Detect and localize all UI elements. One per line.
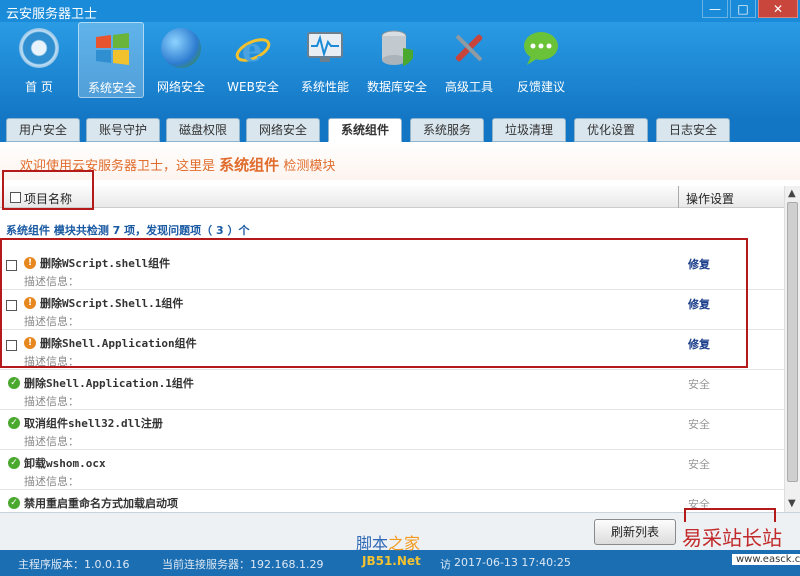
scrollbar-thumb[interactable] [787, 202, 798, 482]
svg-text:e: e [242, 31, 262, 68]
list-item: ✓ 卸载wshom.ocx 描述信息： 安全 [0, 450, 784, 490]
list-item: ✓ 禁用重启重命名方式加载启动项 安全 [0, 490, 784, 512]
check-ok-icon: ✓ [8, 417, 20, 429]
scan-summary: 系统组件 模块共检测 7 项，发现问题项（ 3 ）个 [6, 224, 250, 237]
toolbar-system-performance[interactable]: 系统性能 [292, 22, 358, 98]
toolbar-label: 系统性能 [300, 80, 349, 94]
tab-optimization[interactable]: 优化设置 [574, 118, 648, 142]
item-description-label: 描述信息： [24, 475, 79, 488]
version-text: 主程序版本：1.0.0.16 [18, 558, 130, 571]
watermark-jb51-url: JB51.Net [362, 554, 421, 568]
monitor-pulse-icon [307, 32, 343, 62]
highlight-box [684, 508, 776, 522]
close-button[interactable]: ✕ [758, 0, 798, 18]
list-item: ✓ 删除Shell.Application.1组件 描述信息： 安全 [0, 370, 784, 410]
toolbar-label: 高级工具 [444, 80, 493, 94]
minimize-button[interactable]: — [702, 0, 728, 18]
list-scrollbar[interactable]: ▲ ▼ [784, 186, 800, 512]
check-ok-icon: ✓ [8, 377, 20, 389]
title-bar: 云安服务器卫士 — □ ✕ [0, 0, 800, 22]
toolbar-web-security[interactable]: e WEB安全 [220, 22, 286, 98]
column-header-actions: 操作设置 [686, 192, 735, 206]
toolbar-advanced-tools[interactable]: 高级工具 [436, 22, 502, 98]
item-name: 禁用重启重命名方式加载启动项 [24, 497, 178, 510]
tab-system-services[interactable]: 系统服务 [410, 118, 484, 142]
item-description-label: 描述信息： [24, 435, 79, 448]
scroll-down-arrow-icon[interactable]: ▼ [788, 498, 796, 509]
main-toolbar: 首 页 系统安全 网络安全 e WEB安全 系统性能 数据库安全 高级工具 反馈… [0, 22, 800, 120]
item-name: 取消组件shell32.dll注册 [24, 417, 163, 430]
check-ok-icon: ✓ [8, 497, 20, 509]
scroll-up-arrow-icon[interactable]: ▲ [788, 188, 796, 199]
safe-status: 安全 [688, 458, 710, 471]
wrench-screwdriver-icon [455, 34, 483, 62]
list-item: ✓ 取消组件shell32.dll注册 描述信息： 安全 [0, 410, 784, 450]
tab-network-security[interactable]: 网络安全 [246, 118, 320, 142]
time-text: 2017-06-13 17:40:25 [454, 556, 571, 569]
ie-browser-icon: e [235, 31, 271, 68]
toolbar-label: 网络安全 [156, 80, 205, 94]
time-prefix: 访 [440, 558, 451, 571]
chat-bubble-icon [524, 32, 558, 65]
welcome-banner: 欢迎使用云安服务器卫士，这里是 系统组件 检测模块 [0, 142, 800, 180]
tab-user-security[interactable]: 用户安全 [6, 118, 80, 142]
toolbar-home[interactable]: 首 页 [6, 22, 72, 98]
database-shield-icon [381, 30, 413, 66]
watermark-text: 脚本 [356, 534, 389, 553]
highlight-box [0, 238, 748, 368]
toolbar-network-security[interactable]: 网络安全 [148, 22, 214, 98]
refresh-list-button[interactable]: 刷新列表 [594, 519, 676, 545]
watermark-easck-url: www.easck.com [732, 554, 800, 565]
toolbar-label: 首 页 [25, 80, 53, 94]
tab-system-components[interactable]: 系统组件 [328, 118, 402, 142]
toolbar-label: 反馈建议 [516, 80, 565, 94]
window-title: 云安服务器卫士 [6, 7, 98, 22]
safe-status: 安全 [688, 418, 710, 431]
safe-status: 安全 [688, 378, 710, 391]
toolbar-label: WEB安全 [227, 80, 279, 94]
server-text: 当前连接服务器：192.168.1.29 [162, 558, 324, 571]
toolbar-feedback[interactable]: 反馈建议 [508, 22, 574, 98]
watermark-easck: 易采站长站 [682, 526, 782, 550]
tab-disk-permissions[interactable]: 磁盘权限 [166, 118, 240, 142]
toolbar-system-security[interactable]: 系统安全 [78, 22, 144, 98]
item-description-label: 描述信息： [24, 395, 79, 408]
watermark-jb51: 脚本之家 [356, 530, 420, 554]
tab-log-security[interactable]: 日志安全 [656, 118, 730, 142]
list-header: 项目名称 操作设置 [0, 186, 784, 208]
check-ok-icon: ✓ [8, 457, 20, 469]
tab-bar: 用户安全 账号守护 磁盘权限 网络安全 系统组件 系统服务 垃圾清理 优化设置 … [0, 118, 800, 142]
item-name: 卸载wshom.ocx [24, 457, 106, 470]
welcome-suffix: 检测模块 [283, 159, 336, 174]
maximize-button[interactable]: □ [730, 0, 756, 18]
globe-icon [161, 28, 201, 68]
item-name: 删除Shell.Application.1组件 [24, 377, 194, 390]
tab-account-guard[interactable]: 账号守护 [86, 118, 160, 142]
watermark-text: 之家 [388, 534, 421, 553]
toolbar-label: 数据库安全 [366, 80, 427, 94]
welcome-module-name: 系统组件 [219, 156, 280, 174]
toolbar-database-security[interactable]: 数据库安全 [364, 22, 430, 98]
column-divider[interactable] [678, 186, 679, 208]
tab-junk-cleanup[interactable]: 垃圾清理 [492, 118, 566, 142]
windows-logo-icon [96, 33, 129, 65]
home-dial-icon [19, 28, 59, 68]
highlight-box [2, 170, 94, 210]
toolbar-label: 系统安全 [87, 81, 136, 95]
